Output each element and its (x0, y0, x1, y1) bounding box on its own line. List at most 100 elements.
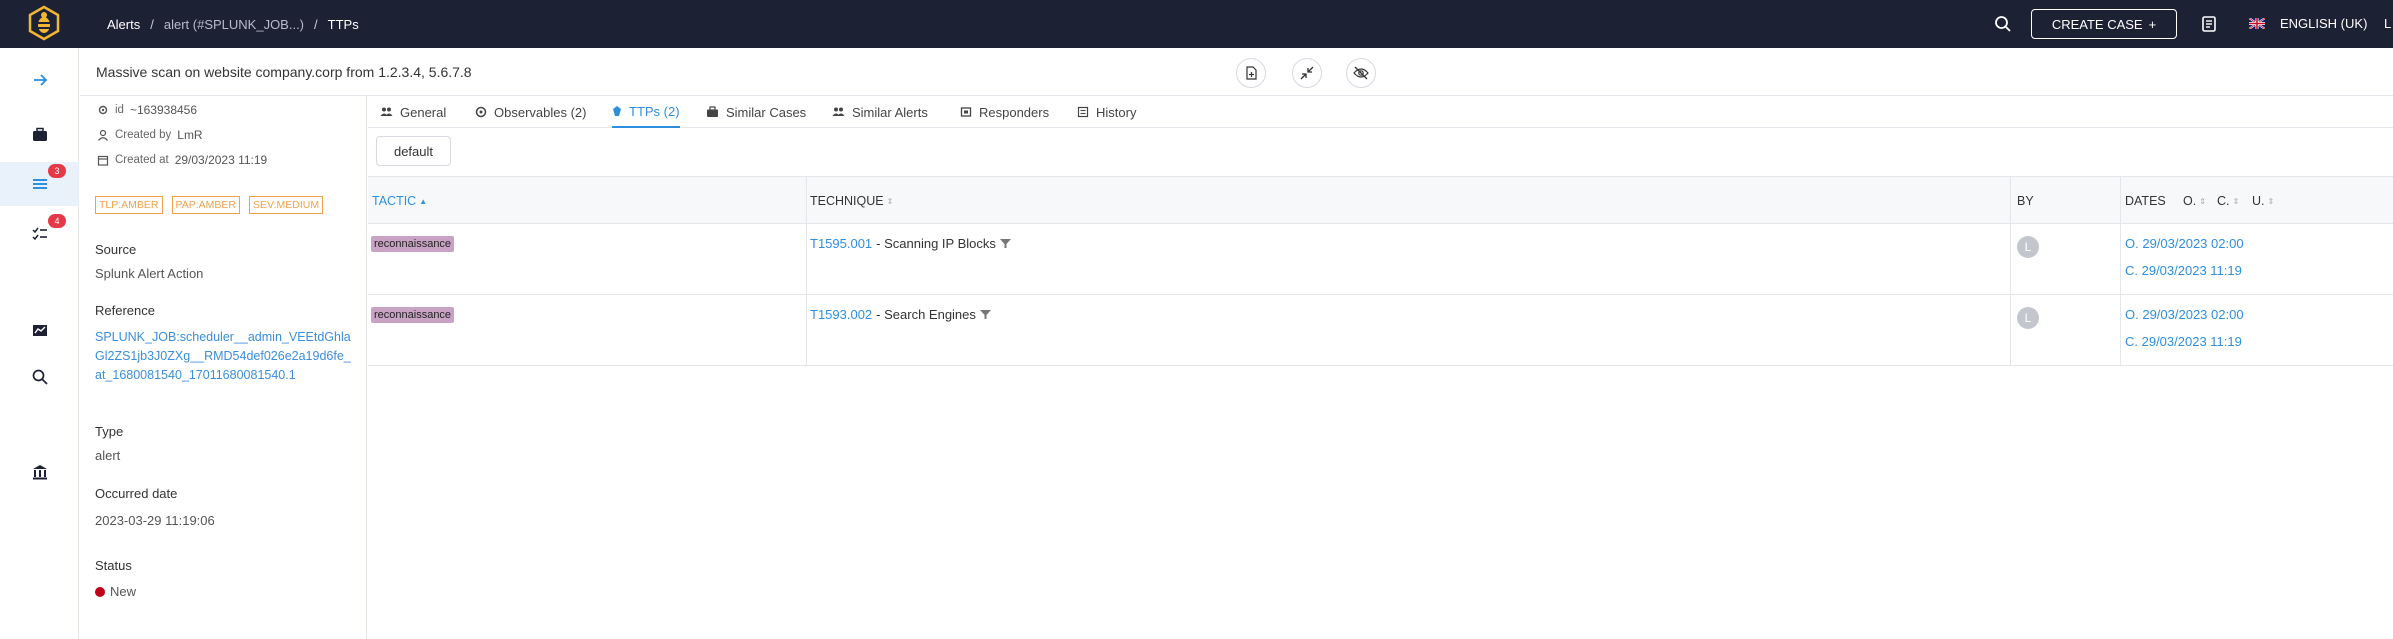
tab-responders[interactable]: Responders (960, 96, 1049, 128)
column-tactic-label: TACTIC (372, 194, 417, 208)
column-by-label: BY (2017, 194, 2034, 208)
sort-icon: ⇕ (2232, 196, 2240, 206)
reference-link[interactable]: SPLUNK_JOB:scheduler__admin_VEEtdGhlaGl2… (95, 328, 355, 385)
default-filter-button[interactable]: default (376, 136, 451, 166)
nav-tasks[interactable]: 4 (0, 212, 79, 256)
nav-organisation[interactable] (0, 450, 79, 494)
language-selector[interactable]: ENGLISH (UK) (2280, 16, 2367, 31)
bank-building-icon (32, 465, 47, 480)
occurred-date-label: Occurred date (95, 486, 178, 501)
create-case-button[interactable]: CREATE CASE + (2031, 9, 2177, 39)
table-row[interactable]: reconnaissance T1595.001 - Scanning IP B… (368, 224, 2393, 295)
nav-cases[interactable] (0, 113, 79, 157)
filter-icon[interactable] (979, 310, 991, 319)
sort-occurred-label: O. (2183, 194, 2197, 208)
arrow-right-icon (33, 74, 47, 86)
alert-details-panel: id ~163938456 Created by LmR Created at … (80, 96, 367, 639)
eye-slash-icon (1353, 66, 1369, 80)
alerts-list-icon (32, 179, 47, 189)
status-label: Status (95, 558, 132, 573)
status-value: New (95, 584, 136, 599)
ttp-table: TACTIC ▲ TECHNIQUE ⇕ BY DATES O. ⇕ C. ⇕ … (368, 176, 2393, 639)
breadcrumb-alerts[interactable]: Alerts (107, 17, 140, 32)
tab-general[interactable]: General (380, 96, 446, 128)
created-at-value: 29/03/2023 11:19 (174, 153, 268, 167)
id-value: ~163938456 (129, 103, 198, 117)
tab-observables[interactable]: Observables (2) (475, 96, 586, 128)
create-case-label: CREATE CASE (2051, 16, 2143, 32)
severity-tag: SEV:MEDIUM (249, 196, 324, 214)
breadcrumb: Alerts / alert (#SPLUNK_JOB...) / TTPs (107, 0, 359, 48)
users-icon (832, 107, 845, 116)
breadcrumb-separator: / (314, 16, 318, 32)
column-dates: DATES (2125, 177, 2166, 225)
column-by: BY (2017, 177, 2034, 225)
source-value: Splunk Alert Action (95, 266, 204, 281)
tab-similar-alerts-label: Similar Alerts (852, 104, 928, 120)
technique-cell: T1593.002 - Search Engines (810, 307, 991, 322)
tactic-pill: reconnaissance (371, 236, 455, 252)
nav-alerts[interactable]: 3 (0, 162, 79, 206)
breadcrumb-separator: / (150, 16, 154, 32)
search-icon[interactable] (1993, 14, 2013, 34)
sort-updated[interactable]: U. ⇕ (2252, 177, 2274, 225)
tab-ttps[interactable]: TTPs (2) (612, 96, 680, 128)
filter-icon[interactable] (999, 239, 1011, 248)
uk-flag-icon (2249, 18, 2265, 29)
tasks-count-badge: 4 (48, 214, 66, 228)
search-icon (32, 369, 48, 385)
tag-list: TLP:AMBER PAP:AMBER SEV:MEDIUM (95, 196, 324, 214)
chart-icon (32, 325, 47, 336)
collapse-button[interactable] (1292, 58, 1322, 88)
tab-ttps-label: TTPs (2) (629, 103, 680, 119)
briefcase-icon (707, 106, 718, 117)
sort-occurred[interactable]: O. ⇕ (2183, 177, 2206, 225)
table-row[interactable]: reconnaissance T1593.002 - Search Engine… (368, 295, 2393, 366)
type-value: alert (95, 448, 121, 463)
alert-title: Massive scan on website company.corp fro… (96, 64, 472, 80)
created-at-row: Created at 29/03/2023 11:19 (97, 153, 267, 167)
tab-similar-alerts[interactable]: Similar Alerts (832, 96, 928, 128)
occurred-date: O. 29/03/2023 02:00 (2125, 236, 2244, 251)
technique-link[interactable]: T1595.001 (810, 236, 872, 251)
thehive-logo-icon[interactable] (24, 4, 64, 44)
sort-ascending-icon: ▲ (419, 196, 428, 206)
tab-history[interactable]: History (1077, 96, 1136, 128)
ttp-icon (613, 106, 621, 116)
user-icon (98, 129, 108, 141)
tab-observables-label: Observables (2) (494, 104, 587, 120)
documentation-icon[interactable] (2200, 15, 2218, 33)
breadcrumb-ttps: TTPs (327, 16, 359, 32)
sort-created[interactable]: C. ⇕ (2217, 177, 2239, 225)
tasks-checklist-icon (31, 227, 47, 241)
sort-icon: ⇕ (2267, 196, 2275, 206)
ignore-alert-button[interactable] (1346, 58, 1376, 88)
alerts-count-badge: 3 (48, 164, 66, 178)
breadcrumb-alert[interactable]: alert (#SPLUNK_JOB...) (164, 17, 304, 32)
expand-nav-button[interactable] (0, 58, 79, 102)
export-report-button[interactable] (1236, 58, 1266, 88)
nav-dashboards[interactable] (0, 308, 79, 352)
users-icon (380, 107, 393, 116)
top-bar: Alerts / alert (#SPLUNK_JOB...) / TTPs C… (0, 0, 2393, 48)
tab-history-label: History (1096, 104, 1137, 120)
responders-icon (960, 107, 972, 117)
file-export-icon (1246, 66, 1257, 80)
tab-similar-cases[interactable]: Similar Cases (706, 96, 806, 128)
plus-icon: + (2148, 16, 2157, 32)
tab-general-label: General (400, 104, 447, 120)
pap-tag: PAP:AMBER (171, 196, 241, 214)
sort-icon: ⇕ (886, 196, 894, 206)
column-technique[interactable]: TECHNIQUE ⇕ (810, 177, 893, 225)
user-menu[interactable]: L (2384, 16, 2391, 31)
tlp-tag: TLP:AMBER (95, 196, 163, 214)
column-tactic[interactable]: TACTIC ▲ (372, 177, 427, 225)
briefcase-icon (32, 127, 47, 141)
id-label: id (115, 104, 124, 116)
nav-search[interactable] (0, 355, 79, 399)
calendar-icon (97, 155, 109, 166)
technique-link[interactable]: T1593.002 (810, 307, 872, 322)
tab-responders-label: Responders (979, 104, 1050, 120)
sort-created-label: C. (2217, 194, 2230, 208)
created-at-label: Created at (115, 154, 169, 166)
